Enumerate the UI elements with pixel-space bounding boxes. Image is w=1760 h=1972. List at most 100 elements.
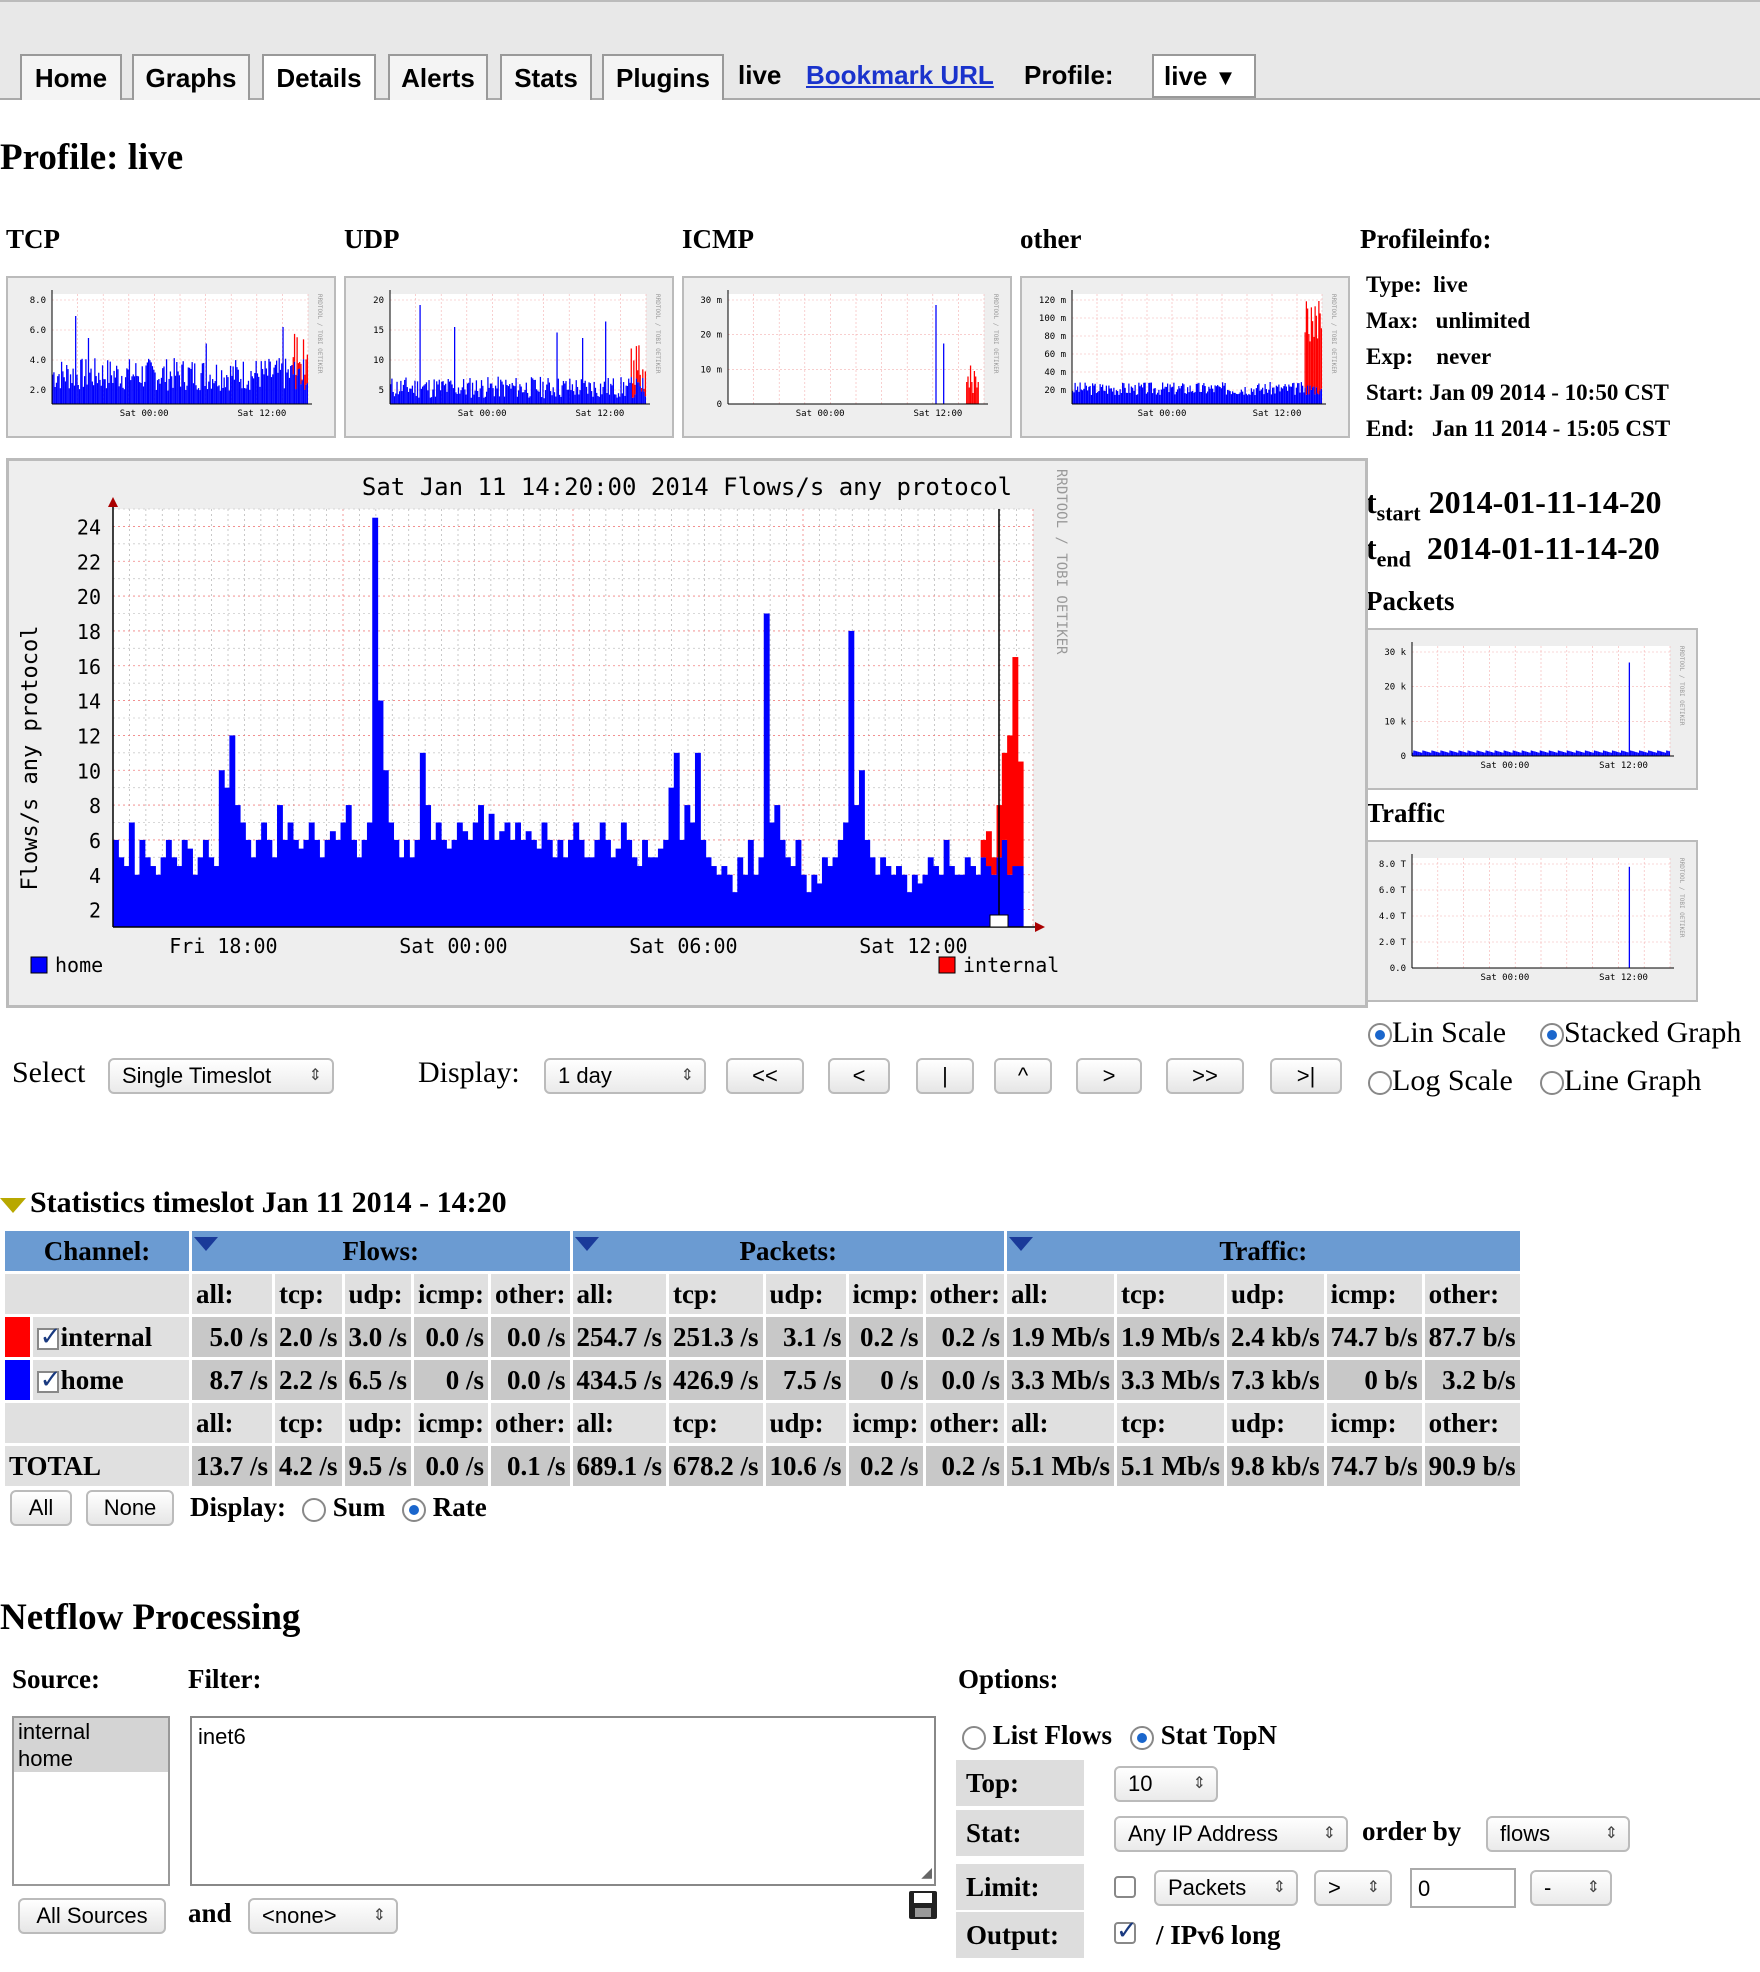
subheader-cell: tcp: bbox=[1117, 1403, 1225, 1443]
bar bbox=[269, 361, 271, 404]
none-channels-button[interactable]: None bbox=[86, 1490, 174, 1526]
chevron-down-icon[interactable] bbox=[574, 1237, 599, 1251]
bar bbox=[1300, 382, 1302, 404]
list-flows-radio[interactable] bbox=[962, 1725, 986, 1750]
log-scale-radio[interactable] bbox=[1368, 1071, 1392, 1096]
bar bbox=[236, 367, 238, 404]
line-graph-option[interactable]: Line Graph bbox=[1540, 1064, 1701, 1098]
bar-home bbox=[948, 866, 955, 927]
and-filter-select[interactable]: <none> ⇕ bbox=[248, 1898, 398, 1934]
collapse-triangle-icon[interactable] bbox=[0, 1197, 26, 1213]
timeslot-select[interactable]: Single Timeslot ⇕ bbox=[108, 1058, 334, 1094]
stacked-graph-option[interactable]: Stacked Graph bbox=[1540, 1016, 1741, 1050]
all-channels-button[interactable]: All bbox=[10, 1490, 72, 1526]
y-tick-label: 22 bbox=[77, 550, 101, 574]
bar-home bbox=[1017, 866, 1024, 927]
bar bbox=[273, 367, 275, 404]
stat-select[interactable]: Any IP Address ⇕ bbox=[1114, 1816, 1348, 1852]
traffic-graph[interactable]: 8.0 T 6.0 T 4.0 T 2.0 T 0.0 Sat 00:00 Sat 12:0… bbox=[1366, 840, 1698, 1002]
bar bbox=[181, 364, 183, 404]
lin-scale-option[interactable]: Lin Scale bbox=[1368, 1016, 1506, 1050]
line-graph-radio[interactable] bbox=[1540, 1071, 1564, 1096]
first-slot-button[interactable]: << bbox=[726, 1058, 804, 1094]
source-listbox[interactable]: internal home bbox=[12, 1716, 170, 1886]
chevron-down-icon[interactable] bbox=[194, 1237, 218, 1251]
rate-option[interactable]: Rate bbox=[402, 1492, 487, 1523]
save-icon[interactable] bbox=[908, 1890, 938, 1920]
bar bbox=[1074, 382, 1076, 404]
sum-radio[interactable] bbox=[302, 1497, 326, 1522]
tab-stats[interactable]: Stats bbox=[500, 54, 592, 100]
subheader-cell: all: bbox=[1007, 1403, 1115, 1443]
orderby-select[interactable]: flows ⇕ bbox=[1486, 1816, 1630, 1852]
display-select[interactable]: 1 day ⇕ bbox=[544, 1058, 706, 1094]
channel-name-cell: home bbox=[32, 1360, 189, 1400]
center-slot-button[interactable]: | bbox=[916, 1058, 974, 1094]
bar bbox=[1522, 750, 1525, 756]
limit-checkbox[interactable] bbox=[1114, 1876, 1136, 1898]
subheader-cell: tcp: bbox=[275, 1274, 342, 1314]
main-flows-chart[interactable]: Sat Jan 11 14:20:00 2014 Flows/s any pro… bbox=[6, 458, 1368, 1008]
thumb-graph-icmp[interactable]: 30 m 20 m 10 m 0 Sat 00:00 Sat 12:00 RRDTOOL /… bbox=[682, 276, 1012, 438]
log-scale-option[interactable]: Log Scale bbox=[1368, 1064, 1513, 1098]
limit-unit-select[interactable]: - ⇕ bbox=[1530, 1870, 1612, 1906]
prev-slot-button[interactable]: < bbox=[828, 1058, 890, 1094]
profileinfo-exp: Exp: never bbox=[1366, 344, 1491, 370]
channel-checkbox[interactable] bbox=[36, 1322, 61, 1352]
chevron-down-icon[interactable] bbox=[1009, 1237, 1033, 1251]
stat-topn-radio[interactable] bbox=[1130, 1725, 1154, 1750]
up-slot-button[interactable]: ^ bbox=[994, 1058, 1052, 1094]
source-option-internal[interactable]: internal bbox=[14, 1718, 168, 1745]
profile-select[interactable]: live ▼ bbox=[1152, 54, 1256, 98]
bar-home bbox=[139, 839, 146, 927]
stacked-graph-radio[interactable] bbox=[1540, 1023, 1564, 1048]
end-slot-button[interactable]: >| bbox=[1270, 1058, 1342, 1094]
tab-graphs[interactable]: Graphs bbox=[132, 54, 250, 100]
limit-unit-value: - bbox=[1544, 1875, 1552, 1900]
source-option-home[interactable]: home bbox=[14, 1745, 168, 1772]
flows-header[interactable]: Flows: bbox=[192, 1231, 570, 1271]
bar bbox=[1140, 384, 1142, 404]
packets-header[interactable]: Packets: bbox=[572, 1231, 1004, 1271]
sum-option[interactable]: Sum bbox=[302, 1492, 385, 1523]
traffic-header[interactable]: Traffic: bbox=[1007, 1231, 1520, 1271]
tab-home[interactable]: Home bbox=[20, 54, 122, 100]
bar bbox=[1174, 394, 1176, 404]
filter-textarea[interactable]: inet6 ◢ bbox=[190, 1716, 936, 1886]
next-slot-button[interactable]: > bbox=[1076, 1058, 1142, 1094]
stats-title-row[interactable]: Statistics timeslot Jan 11 2014 - 14:20 bbox=[0, 1186, 507, 1220]
limit-op-select[interactable]: > ⇕ bbox=[1314, 1870, 1392, 1906]
bar-home bbox=[652, 857, 659, 927]
bar bbox=[86, 384, 88, 404]
stat-value-cell: 3.1 /s bbox=[765, 1317, 846, 1357]
last-slot-button[interactable]: >> bbox=[1166, 1058, 1244, 1094]
bar-home bbox=[239, 822, 246, 927]
output-checkbox[interactable]: ✓ bbox=[1114, 1918, 1138, 1944]
thumb-graph-other[interactable]: 120 m 100 m 80 m 60 m 40 m 20 m Sat 00:00 Sat 1… bbox=[1020, 276, 1350, 438]
bookmark-url-link[interactable]: Bookmark URL bbox=[806, 60, 994, 91]
tab-alerts[interactable]: Alerts bbox=[388, 54, 488, 100]
lin-scale-radio[interactable] bbox=[1368, 1023, 1392, 1048]
resize-handle-icon[interactable]: ◢ bbox=[921, 1865, 932, 1882]
channel-checkbox[interactable] bbox=[36, 1365, 61, 1395]
bar-home bbox=[864, 839, 871, 927]
bar bbox=[487, 377, 489, 404]
tab-details[interactable]: Details bbox=[262, 54, 376, 100]
rate-radio[interactable] bbox=[402, 1497, 426, 1522]
list-flows-option[interactable]: List Flows bbox=[962, 1720, 1112, 1751]
stat-topn-option[interactable]: Stat TopN bbox=[1130, 1720, 1277, 1751]
bar bbox=[451, 384, 453, 404]
stat-value-cell: 6.5 /s bbox=[344, 1360, 412, 1400]
limit-what-select[interactable]: Packets ⇕ bbox=[1154, 1870, 1298, 1906]
bar bbox=[1144, 382, 1146, 404]
limit-value-input[interactable]: 0 bbox=[1410, 1868, 1516, 1908]
bar bbox=[1184, 393, 1186, 404]
bar-home bbox=[763, 613, 770, 927]
packets-graph[interactable]: 30 k 20 k 10 k 0 Sat 00:00 Sat 12:00 RRDTOOL /… bbox=[1366, 628, 1698, 790]
top-select[interactable]: 10 ⇕ bbox=[1114, 1766, 1218, 1802]
all-sources-button[interactable]: All Sources bbox=[18, 1898, 166, 1934]
tab-plugins[interactable]: Plugins bbox=[602, 54, 724, 100]
thumb-graph-tcp[interactable]: 8.0 6.0 4.0 2.0 Sat 00:00 Sat 12:00 RRDTOOL / … bbox=[6, 276, 336, 438]
thumb-graph-udp[interactable]: 20 15 10 5 Sat 00:00 Sat 12:00 RRDTOOL / TOBI … bbox=[344, 276, 674, 438]
bar bbox=[1158, 389, 1160, 404]
